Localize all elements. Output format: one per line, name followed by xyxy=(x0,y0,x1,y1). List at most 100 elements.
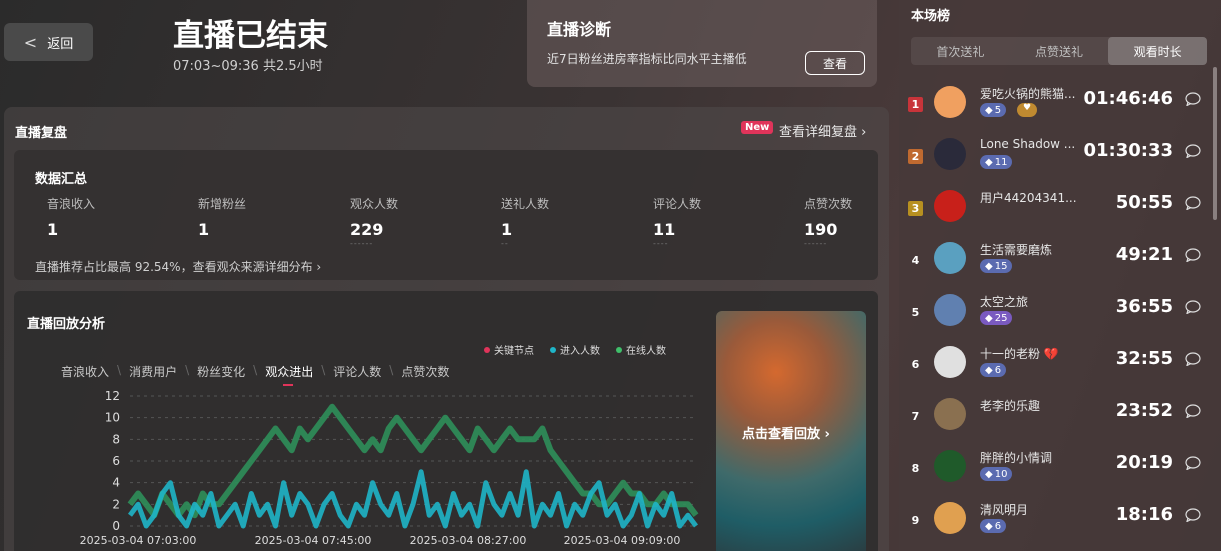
rank-row[interactable]: 6 十一的老粉 💔 ◆ 6 32:55 xyxy=(899,341,1209,393)
tab-separator: \ xyxy=(253,363,258,377)
live-duration: 07:03~09:36 共2.5小时 xyxy=(173,59,323,74)
rank-row[interactable]: 2 Lone Shadow ... ◆ 11 01:30:33 xyxy=(899,133,1209,185)
tab-commenters[interactable]: 评论人数 xyxy=(333,363,381,380)
user-name[interactable]: 胖胖的小情调 xyxy=(980,449,1052,466)
chevron-left-icon: < xyxy=(23,32,38,52)
x-tick-label: 2025-03-04 09:09:00 xyxy=(564,534,681,547)
metric-value: 1 xyxy=(198,220,210,239)
rank-row[interactable]: 1 爱吃火锅的熊猫... ◆ 5 ♥ 01:46:46 xyxy=(899,81,1209,133)
rank-number: 8 xyxy=(911,462,920,475)
back-button[interactable]: < 返回 xyxy=(4,23,93,61)
chat-bubble-icon[interactable] xyxy=(1185,404,1201,418)
chat-bubble-icon[interactable] xyxy=(1185,144,1201,158)
avatar[interactable] xyxy=(934,242,966,274)
tab-fan-change[interactable]: 粉丝变化 xyxy=(197,363,245,380)
user-name[interactable]: 爱吃火锅的熊猫... xyxy=(980,85,1075,102)
avatar[interactable] xyxy=(934,190,966,222)
fan-level-badge: ◆ 10 xyxy=(980,467,1013,481)
replay-video-thumbnail[interactable]: 点击查看回放 › xyxy=(716,311,866,551)
legend-dot xyxy=(550,346,556,353)
user-name[interactable]: Lone Shadow ... xyxy=(980,137,1075,151)
x-tick-label: 2025-03-04 07:45:00 xyxy=(255,534,372,547)
avatar[interactable] xyxy=(934,502,966,534)
rank-panel: 本场榜 首次送礼 点赞送礼 观看时长 1 爱吃火锅的熊猫... ◆ 5 ♥ 01:46:4… xyxy=(899,0,1221,551)
rank-row[interactable]: 7 老李的乐趣 23:52 xyxy=(899,393,1209,445)
replay-tabs: 音浪收入 \ 消费用户 \ 粉丝变化 \ 观众进出 \ 评论人数 \ 点赞次数 xyxy=(61,363,449,386)
tab-paying-users[interactable]: 消费用户 xyxy=(129,363,177,380)
tab-watch-time[interactable]: 观看时长 xyxy=(1108,37,1208,65)
avatar[interactable] xyxy=(934,294,966,326)
x-tick-label: 2025-03-04 07:03:00 xyxy=(80,534,197,547)
chat-bubble-icon[interactable] xyxy=(1185,92,1201,106)
avatar[interactable] xyxy=(934,346,966,378)
rank-row[interactable]: 8 胖胖的小情调 ◆ 10 20:19 xyxy=(899,445,1209,497)
live-review-panel: 直播复盘 New 查看详细复盘 › 数据汇总 音浪收入 1 新增粉丝 1 观众人… xyxy=(4,107,889,551)
tab-separator: \ xyxy=(117,363,122,377)
avatar[interactable] xyxy=(934,398,966,430)
avatar[interactable] xyxy=(934,86,966,118)
diagnosis-view-button[interactable]: 查看 xyxy=(805,51,865,75)
detail-review-link[interactable]: 查看详细复盘 › xyxy=(779,121,866,140)
user-name[interactable]: 用户44204341... xyxy=(980,189,1077,206)
watch-time: 18:16 xyxy=(1115,504,1173,525)
metric-value: 229 xyxy=(350,220,384,239)
chat-bubble-icon[interactable] xyxy=(1185,456,1201,470)
metric-commenters[interactable]: 评论人数 11 ---- xyxy=(653,195,793,248)
metric-income: 音浪收入 1 xyxy=(47,195,187,239)
metric-viewers[interactable]: 观众人数 229 ------ xyxy=(350,195,490,248)
y-tick-label: 6 xyxy=(112,454,120,468)
metric-value: 1 xyxy=(47,220,59,239)
fan-level: 6 xyxy=(994,520,1002,532)
diagnosis-title: 直播诊断 xyxy=(547,20,612,39)
metric-value: 1 xyxy=(501,220,513,239)
chat-bubble-icon[interactable] xyxy=(1185,352,1201,366)
audience-flow-chart: 0 2 4 6 8 10 12 2025-03-04 07:03:00 2025-03-04 0… xyxy=(80,389,699,547)
y-tick-label: 4 xyxy=(112,476,120,490)
view-replay-label: 点击查看回放 › xyxy=(742,427,830,442)
metric-label: 新增粉丝 xyxy=(198,197,247,211)
legend-dot xyxy=(616,346,622,353)
legend-online: 在线人数 xyxy=(616,342,666,357)
user-name[interactable]: 清风明月 xyxy=(980,501,1028,518)
rank-scrollbar[interactable] xyxy=(1213,67,1217,220)
user-name[interactable]: 十一的老粉 💔 xyxy=(980,345,1059,362)
fan-level: 5 xyxy=(994,104,1002,116)
legend-dot xyxy=(484,346,490,353)
diamond-icon: ◆ xyxy=(985,468,993,480)
user-name[interactable]: 生活需要磨炼 xyxy=(980,241,1052,258)
avatar[interactable] xyxy=(934,138,966,170)
fan-level: 10 xyxy=(994,468,1008,480)
rank-row[interactable]: 3 用户44204341... 50:55 xyxy=(899,185,1209,237)
legend-label: 进入人数 xyxy=(560,346,600,357)
tab-separator: \ xyxy=(321,363,326,377)
user-name[interactable]: 太空之旅 xyxy=(980,293,1028,310)
metric-value: 11 xyxy=(653,220,676,239)
replay-title: 直播回放分析 xyxy=(27,317,106,332)
fan-level: 25 xyxy=(994,312,1008,324)
tab-first-gift[interactable]: 首次送礼 xyxy=(911,37,1010,65)
rank-row[interactable]: 5 太空之旅 ◆ 25 36:55 xyxy=(899,289,1209,341)
legend-key-node: 关键节点 xyxy=(484,342,534,357)
fan-level-badge: ◆ 5 xyxy=(980,103,1007,117)
chat-bubble-icon[interactable] xyxy=(1185,248,1201,262)
legend-entries: 进入人数 xyxy=(550,342,600,357)
tab-income[interactable]: 音浪收入 xyxy=(61,363,109,380)
tab-likes[interactable]: 点赞次数 xyxy=(401,363,449,380)
chat-bubble-icon[interactable] xyxy=(1185,508,1201,522)
user-name[interactable]: 老李的乐趣 xyxy=(980,397,1040,414)
back-label: 返回 xyxy=(47,36,74,52)
tab-audience-flow[interactable]: 观众进出 xyxy=(265,363,313,386)
metric-gifters[interactable]: 送礼人数 1 -- xyxy=(501,195,641,248)
avatar[interactable] xyxy=(934,450,966,482)
chat-bubble-icon[interactable] xyxy=(1185,300,1201,314)
metric-label: 送礼人数 xyxy=(501,197,550,211)
chat-bubble-icon[interactable] xyxy=(1185,196,1201,210)
metric-label: 音浪收入 xyxy=(47,197,96,211)
tab-like-gift[interactable]: 点赞送礼 xyxy=(1010,37,1109,65)
audience-source-link[interactable]: 直播推荐占比最高 92.54%，查看观众来源详细分布 › xyxy=(35,258,321,275)
rank-row[interactable]: 9 清风明月 ◆ 6 18:16 xyxy=(899,497,1209,549)
y-tick-label: 10 xyxy=(105,411,120,425)
watch-time: 20:19 xyxy=(1115,452,1173,473)
rank-row[interactable]: 4 生活需要磨炼 ◆ 15 49:21 xyxy=(899,237,1209,289)
metric-new-fans: 新增粉丝 1 xyxy=(198,195,338,239)
